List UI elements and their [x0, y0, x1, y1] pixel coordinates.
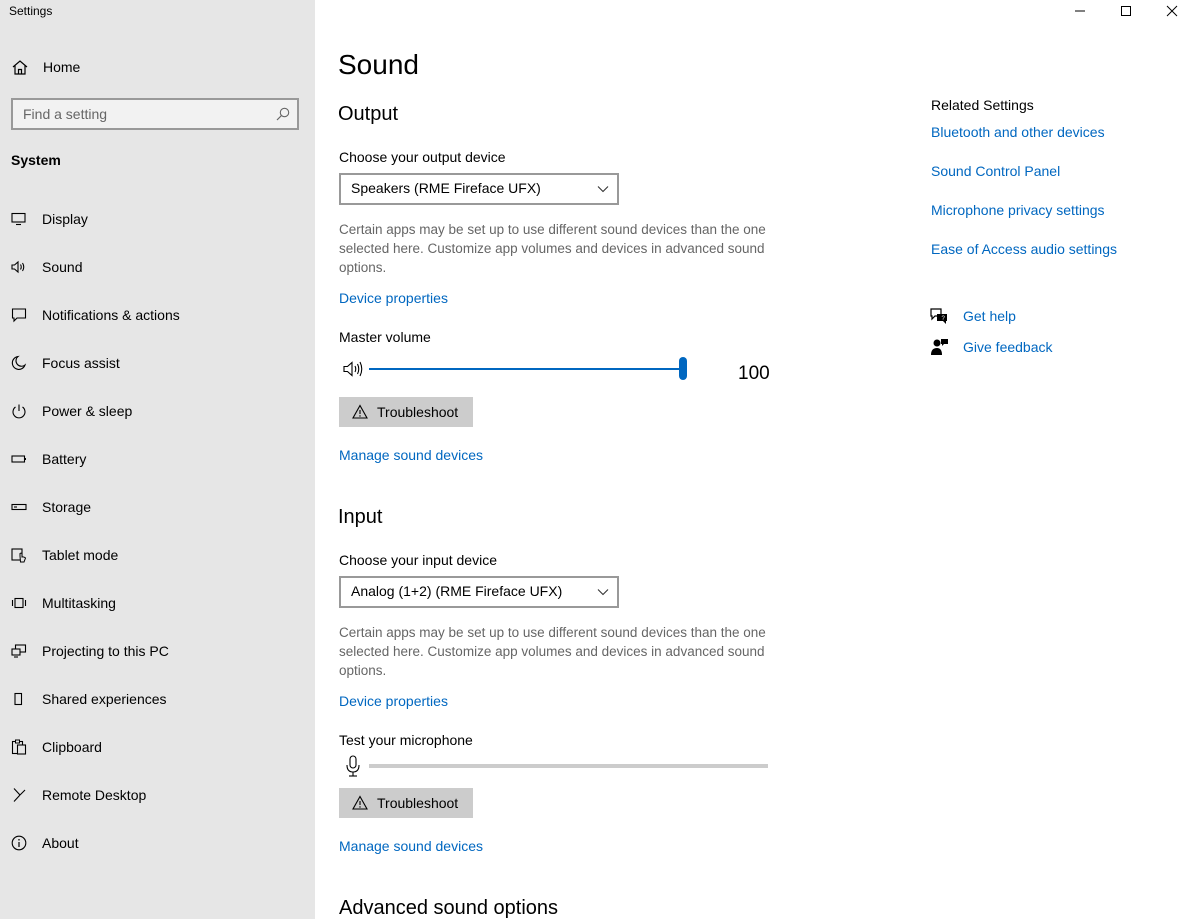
- input-device-properties-link[interactable]: Device properties: [339, 693, 448, 709]
- sidebar-item-storage[interactable]: Storage: [0, 487, 315, 527]
- page-title: Sound: [338, 49, 419, 80]
- input-heading: Input: [338, 506, 383, 528]
- clipboard-icon: [11, 739, 27, 755]
- chevron-down-icon: [597, 186, 609, 193]
- sidebar-item-shared-experiences[interactable]: Shared experiences: [0, 679, 315, 719]
- volume-icon[interactable]: [343, 360, 365, 378]
- related-link-microphone-privacy[interactable]: Microphone privacy settings: [931, 202, 1105, 218]
- search-box[interactable]: [11, 98, 299, 130]
- tablet-icon: [11, 548, 27, 563]
- master-volume-label: Master volume: [339, 329, 431, 345]
- shared-experiences-icon: [14, 692, 23, 706]
- sidebar-item-home[interactable]: Home: [0, 52, 315, 82]
- related-link-ease-of-access[interactable]: Ease of Access audio settings: [931, 241, 1117, 257]
- notification-icon: [11, 308, 27, 323]
- sidebar-item-label: Multitasking: [42, 595, 116, 611]
- input-device-dropdown[interactable]: Analog (1+2) (RME Fireface UFX): [339, 576, 619, 608]
- section-title: System: [11, 152, 61, 168]
- sidebar-item-display[interactable]: Display: [0, 199, 315, 239]
- give-feedback-label: Give feedback: [963, 339, 1053, 355]
- sidebar-item-label: Clipboard: [42, 739, 102, 755]
- sidebar-item-sound[interactable]: Sound: [0, 247, 315, 287]
- master-volume-value: 100: [738, 363, 770, 384]
- sidebar-item-label: Storage: [42, 499, 92, 515]
- microphone-icon: [346, 755, 360, 777]
- sidebar-item-focus-assist[interactable]: Focus assist: [0, 343, 315, 383]
- output-device-dropdown[interactable]: Speakers (RME Fireface UFX): [339, 173, 619, 205]
- input-troubleshoot-button[interactable]: Troubleshoot: [339, 788, 473, 818]
- sidebar-item-label: Sound: [42, 259, 83, 275]
- warning-icon: [352, 404, 368, 419]
- search-input[interactable]: [13, 100, 271, 128]
- projecting-icon: [11, 644, 27, 658]
- get-help-link[interactable]: ? Get help: [929, 306, 1129, 328]
- sidebar-item-notifications[interactable]: Notifications & actions: [0, 295, 315, 335]
- output-device-value: Speakers (RME Fireface UFX): [351, 180, 541, 196]
- speaker-icon: [11, 260, 25, 274]
- get-help-label: Get help: [963, 308, 1016, 324]
- app-title: Settings: [9, 4, 53, 18]
- sidebar: Settings Home System Display Sound Not: [0, 0, 315, 919]
- remote-desktop-icon: [13, 788, 26, 802]
- master-volume-track[interactable]: [369, 368, 685, 370]
- sidebar-item-about[interactable]: About: [0, 823, 315, 863]
- sidebar-item-label: Tablet mode: [42, 547, 119, 563]
- input-description: Certain apps may be set up to use differ…: [339, 625, 766, 678]
- moon-icon: [11, 355, 27, 370]
- output-device-label: Choose your output device: [339, 149, 506, 165]
- home-icon: [12, 60, 28, 75]
- info-icon: [11, 835, 27, 851]
- sidebar-item-remote-desktop[interactable]: Remote Desktop: [0, 775, 315, 815]
- sidebar-item-label: Battery: [42, 451, 87, 467]
- troubleshoot-label: Troubleshoot: [377, 404, 459, 420]
- sidebar-item-projecting[interactable]: Projecting to this PC: [0, 631, 315, 671]
- output-troubleshoot-button[interactable]: Troubleshoot: [339, 397, 473, 427]
- sidebar-item-tablet-mode[interactable]: Tablet mode: [0, 535, 315, 575]
- troubleshoot-label: Troubleshoot: [377, 795, 459, 811]
- help-chat-icon: ?: [930, 308, 947, 324]
- output-description: Certain apps may be set up to use differ…: [339, 222, 766, 275]
- sidebar-item-label: Focus assist: [42, 355, 120, 371]
- related-link-bluetooth[interactable]: Bluetooth and other devices: [931, 124, 1105, 140]
- storage-icon: [11, 503, 27, 511]
- sidebar-item-clipboard[interactable]: Clipboard: [0, 727, 315, 767]
- advanced-sound-heading: Advanced sound options: [339, 897, 559, 919]
- input-device-value: Analog (1+2) (RME Fireface UFX): [351, 583, 563, 599]
- microphone-level-meter: [369, 764, 768, 768]
- input-manage-devices-link[interactable]: Manage sound devices: [339, 838, 483, 854]
- sidebar-item-label: Home: [43, 59, 81, 75]
- display-icon: [11, 212, 26, 226]
- input-device-label: Choose your input device: [339, 552, 497, 568]
- warning-icon: [352, 795, 368, 810]
- output-manage-devices-link[interactable]: Manage sound devices: [339, 447, 483, 463]
- master-volume-thumb[interactable]: [679, 357, 687, 380]
- search-icon[interactable]: [276, 107, 290, 121]
- feedback-icon: [931, 339, 948, 355]
- sidebar-item-label: Display: [42, 211, 88, 227]
- sidebar-item-label: Projecting to this PC: [42, 643, 169, 659]
- sidebar-item-multitasking[interactable]: Multitasking: [0, 583, 315, 623]
- battery-icon: [11, 455, 26, 463]
- related-settings-title: Related Settings: [931, 97, 1034, 113]
- test-microphone-label: Test your microphone: [339, 732, 473, 748]
- give-feedback-link[interactable]: Give feedback: [929, 337, 1129, 359]
- output-heading: Output: [338, 103, 399, 125]
- sidebar-item-label: Power & sleep: [42, 403, 133, 419]
- sidebar-item-label: Shared experiences: [42, 691, 167, 707]
- related-link-sound-control-panel[interactable]: Sound Control Panel: [931, 163, 1060, 179]
- sidebar-item-label: Remote Desktop: [42, 787, 147, 803]
- sidebar-item-battery[interactable]: Battery: [0, 439, 315, 479]
- sidebar-item-label: About: [42, 835, 79, 851]
- sidebar-item-power-sleep[interactable]: Power & sleep: [0, 391, 315, 431]
- sidebar-item-label: Notifications & actions: [42, 307, 180, 323]
- output-device-properties-link[interactable]: Device properties: [339, 290, 448, 306]
- chevron-down-icon: [597, 589, 609, 596]
- power-icon: [12, 404, 26, 419]
- multitasking-icon: [11, 597, 27, 609]
